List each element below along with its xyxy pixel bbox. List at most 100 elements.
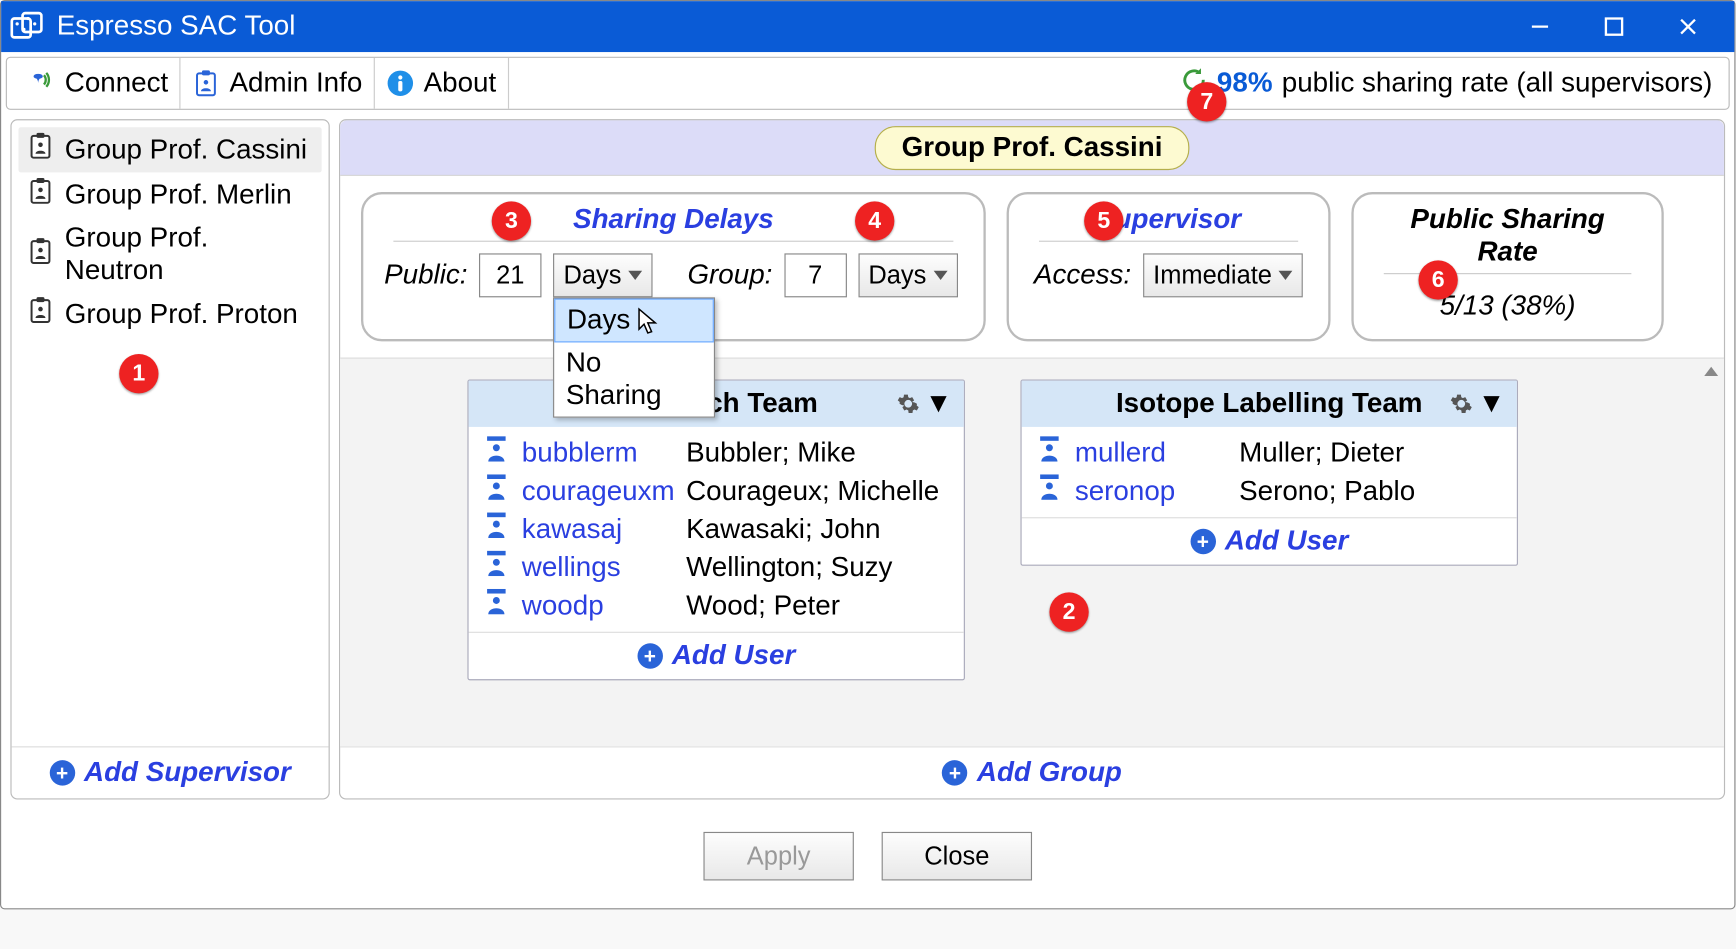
sidebar-item-label: Group Prof. Cassini — [65, 134, 307, 166]
team-member-row[interactable]: mullerdMuller; Dieter — [1038, 434, 1501, 472]
user-icon — [485, 436, 508, 470]
team-member-row[interactable]: kawasajKawasaki; John — [485, 510, 948, 548]
member-username: woodp — [522, 589, 672, 621]
member-fullname: Bubbler; Mike — [686, 437, 856, 469]
connect-label: Connect — [65, 67, 168, 99]
plus-icon: + — [49, 760, 74, 785]
team-header: Research Team ▼ — [469, 381, 964, 427]
add-user-button[interactable]: + Add User — [469, 632, 964, 679]
supervisor-access-dropdown[interactable]: Immediate — [1143, 253, 1303, 297]
team-member-row[interactable]: courageuxmCourageux; Michelle — [485, 472, 948, 510]
dropdown-option-nosharing[interactable]: No Sharing — [554, 342, 714, 416]
annotation-marker-2: 2 — [1049, 592, 1088, 631]
add-user-label: Add User — [672, 640, 795, 672]
clipboard-icon — [28, 237, 53, 273]
annotation-marker-4: 4 — [855, 201, 894, 240]
public-sharing-rate-title: Public Sharing Rate — [1384, 204, 1632, 275]
public-delay-label: Public: — [384, 259, 467, 291]
supervisor-sidebar: Group Prof. Cassini Group Prof. Merlin G… — [10, 119, 329, 799]
maximize-button[interactable] — [1577, 1, 1651, 52]
member-username: seronop — [1075, 475, 1225, 507]
public-delay-unit-popup: Days No Sharing — [553, 297, 715, 417]
app-window: 1 2 3 4 5 6 7 Espresso SAC Tool Connect … — [0, 0, 1735, 909]
user-icon — [485, 589, 508, 623]
team-header: Isotope Labelling Team ▼ — [1022, 381, 1517, 427]
connect-button[interactable]: Connect — [16, 58, 181, 109]
window-title: Espresso SAC Tool — [57, 10, 296, 42]
team-settings-button[interactable]: ▼ — [897, 388, 952, 420]
public-delay-input[interactable] — [479, 253, 541, 297]
add-group-button[interactable]: + Add Group — [340, 746, 1724, 798]
member-fullname: Wood; Peter — [686, 589, 840, 621]
group-banner: Group Prof. Cassini — [340, 120, 1724, 176]
clipboard-icon — [28, 177, 53, 213]
global-sharing-rate: 98% public sharing rate (all supervisors… — [1180, 65, 1719, 101]
member-fullname: Wellington; Suzy — [686, 551, 892, 583]
sidebar-item-label: Group Prof. Neutron — [65, 222, 313, 287]
public-sharing-rate-card: Public Sharing Rate 5/13 (38%) — [1351, 192, 1663, 341]
user-icon — [1038, 474, 1061, 508]
group-delay-unit-dropdown[interactable]: Days — [858, 253, 958, 297]
access-label: Access: — [1034, 259, 1131, 291]
public-delay-unit-dropdown[interactable]: Days — [553, 253, 653, 297]
team-settings-button[interactable]: ▼ — [1450, 388, 1505, 420]
group-delay-label: Group: — [687, 259, 772, 291]
user-icon — [1038, 436, 1061, 470]
sidebar-item-label: Group Prof. Proton — [65, 298, 298, 330]
add-supervisor-label: Add Supervisor — [84, 757, 291, 789]
teams-area: Research Team ▼ bubblerm Bubbler; Mike co… — [340, 358, 1724, 747]
clipboard-icon — [28, 132, 53, 168]
app-icon — [10, 10, 42, 42]
admin-info-button[interactable]: Admin Info — [181, 58, 375, 109]
toolbar: Connect Admin Info About 98% public shar… — [6, 57, 1730, 110]
team-member-row[interactable]: seronop Serono; Pablo — [1038, 472, 1501, 510]
chevron-down-icon — [628, 271, 642, 280]
dropdown-option-days[interactable]: Days — [554, 299, 714, 343]
user-icon — [485, 551, 508, 585]
close-window-button[interactable] — [1651, 1, 1725, 52]
minimize-button[interactable] — [1503, 1, 1577, 52]
sidebar-item-neutron[interactable]: Group Prof. Neutron — [19, 218, 322, 292]
plus-icon: + — [1190, 529, 1215, 554]
public-delay-unit-value: Days — [564, 260, 622, 290]
member-username: kawasaj — [522, 513, 672, 545]
team-member-row[interactable]: woodp Wood; Peter — [485, 587, 948, 625]
add-user-label: Add User — [1225, 525, 1348, 557]
connect-icon — [28, 69, 56, 97]
cursor-icon — [636, 307, 661, 345]
chevron-down-icon — [933, 271, 947, 280]
about-button[interactable]: About — [375, 58, 509, 109]
sidebar-item-cassini[interactable]: Group Prof. Cassini — [19, 127, 322, 172]
member-username: courageuxm — [522, 475, 672, 507]
team-member-row[interactable]: bubblerm Bubbler; Mike — [485, 434, 948, 472]
scroll-up-button[interactable] — [1701, 361, 1722, 382]
supervisor-list: Group Prof. Cassini Group Prof. Merlin G… — [12, 120, 329, 746]
sidebar-item-proton[interactable]: Group Prof. Proton — [19, 292, 322, 337]
apply-button[interactable]: Apply — [703, 832, 853, 881]
supervisor-title: Supervisor — [1039, 204, 1298, 242]
team-member-row[interactable]: wellingsWellington; Suzy — [485, 548, 948, 586]
plus-icon: + — [637, 643, 662, 668]
group-delay-unit-value: Days — [868, 260, 926, 290]
clipboard-icon — [28, 296, 53, 332]
team-research: Research Team ▼ bubblerm Bubbler; Mike co… — [467, 379, 965, 680]
sidebar-item-label: Group Prof. Merlin — [65, 179, 292, 211]
add-user-button[interactable]: + Add User — [1022, 517, 1517, 564]
add-group-label: Add Group — [977, 757, 1122, 789]
member-fullname: Serono; Pablo — [1239, 475, 1415, 507]
plus-icon: + — [942, 760, 967, 785]
sidebar-item-merlin[interactable]: Group Prof. Merlin — [19, 172, 322, 217]
member-username: bubblerm — [522, 437, 672, 469]
annotation-marker-1: 1 — [119, 354, 158, 393]
about-label: About — [424, 67, 497, 99]
dialog-button-bar: Apply Close — [1, 809, 1734, 909]
titlebar[interactable]: Espresso SAC Tool — [1, 1, 1734, 52]
close-button[interactable]: Close — [882, 832, 1032, 881]
public-sharing-rate-value: 5/13 (38%) — [1375, 286, 1641, 323]
annotation-marker-5: 5 — [1084, 201, 1123, 240]
global-sharing-text: public sharing rate (all supervisors) — [1282, 67, 1713, 99]
group-delay-input[interactable] — [784, 253, 846, 297]
member-username: mullerd — [1075, 437, 1225, 469]
add-supervisor-button[interactable]: + Add Supervisor — [12, 746, 329, 798]
admin-info-label: Admin Info — [230, 67, 363, 99]
